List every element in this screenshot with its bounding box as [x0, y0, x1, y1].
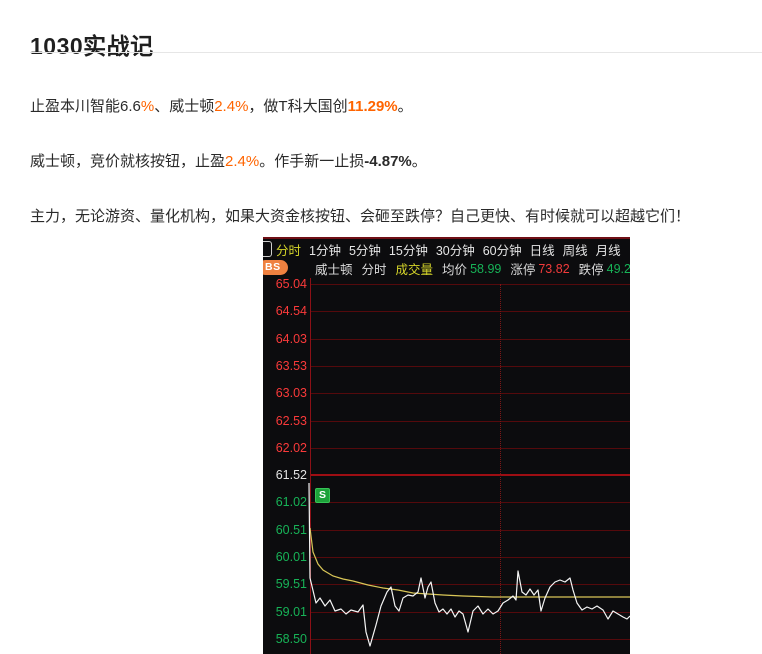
- intraday-plot-area[interactable]: S 65.04 64.54 64.03 63.53 63.03 62.53 62.02 61.…: [263, 237, 630, 654]
- y-axis-label: 63.03: [275, 386, 307, 401]
- y-axis-label: 65.04: [275, 277, 307, 291]
- average-price-line: [309, 527, 630, 598]
- title-divider: [30, 52, 762, 53]
- price-lines-svg: [308, 482, 630, 647]
- y-axis-label: 60.01: [275, 550, 307, 564]
- text-run: 威士顿，竞价就核按钮，止盈: [30, 153, 226, 170]
- paragraph: 威士顿，竞价就核按钮，止盈2.4%。作手新一止损-4.87%。: [30, 152, 742, 171]
- y-axis-label: 59.51: [275, 577, 307, 592]
- text-run: 。作手新一止损: [259, 153, 365, 170]
- y-axis-label: 61.02: [275, 495, 307, 510]
- text-run: 止盈本川智能6.6: [30, 98, 141, 115]
- text-run: ，做T科大国创: [248, 98, 348, 115]
- text-run: 11.29%: [347, 98, 398, 115]
- paragraph: 主力，无论游资、量化机构，如果大资金核按钮、会砸至跌停？自己更快、有时候就可以超…: [30, 207, 742, 226]
- text-run: -4.87%: [364, 153, 412, 170]
- text-run: 、威士顿: [154, 98, 215, 115]
- y-axis-label: 62.53: [275, 413, 307, 428]
- text-run: 。: [397, 98, 413, 115]
- page-title: 1030实战记: [30, 33, 154, 60]
- y-axis-label: 64.03: [275, 331, 307, 346]
- y-axis-label: 59.01: [275, 604, 307, 619]
- paragraph: 止盈本川智能6.6%、威士顿2.4%，做T科大国创11.29%。: [30, 97, 742, 116]
- text-run: 2.4%: [214, 98, 249, 115]
- text-run: 主力，无论游资、量化机构，如果大资金核按钮、会砸至跌停？自己更快、有时候就可以超…: [30, 208, 691, 225]
- y-axis-label: 58.50: [275, 631, 307, 646]
- text-run: 2.4%: [225, 153, 260, 170]
- y-axis-label: 61.52: [275, 468, 307, 483]
- price-line: [308, 482, 630, 647]
- stock-chart-panel: 分时 1分钟 5分钟 15分钟 30分钟 60分钟 日线 周线 月线 BS 威士顿 分时 成交量…: [263, 237, 630, 654]
- sell-marker-badge: S: [315, 488, 330, 503]
- y-axis-label: 64.54: [275, 304, 307, 319]
- y-axis-label: 63.53: [275, 358, 307, 373]
- text-run: 。: [411, 153, 427, 170]
- text-run: %: [140, 98, 155, 115]
- y-axis-label: 62.02: [275, 440, 307, 455]
- y-axis-label: 60.51: [275, 522, 307, 537]
